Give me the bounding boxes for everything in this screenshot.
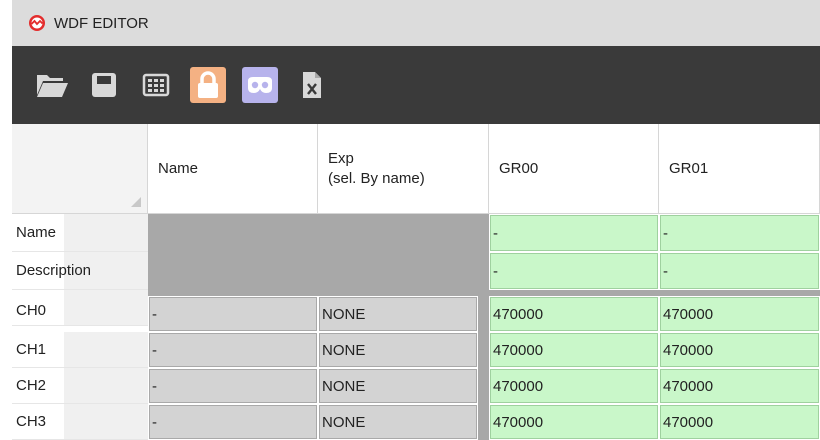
column-header-label: Exp (sel. By name): [328, 149, 425, 187]
ch0-gr00-cell[interactable]: 470000: [489, 296, 659, 332]
row-header-description[interactable]: Description: [12, 252, 148, 290]
ch3-gr01-cell[interactable]: 470000: [659, 404, 820, 440]
row-header-label: CH0: [16, 302, 47, 319]
lock-button[interactable]: [190, 67, 226, 103]
ch1-exp-cell[interactable]: NONE: [318, 332, 478, 368]
ch3-gr00-cell[interactable]: 470000: [489, 404, 659, 440]
ch3-exp-cell[interactable]: NONE: [318, 404, 478, 440]
group-description-gr00[interactable]: -: [489, 252, 659, 290]
group-description-gr01[interactable]: -: [659, 252, 820, 290]
column-header-gr00[interactable]: GR00: [489, 124, 659, 214]
row-header-label: Name: [16, 224, 57, 241]
row-header-ch3[interactable]: CH3: [12, 404, 148, 440]
ch1-name-cell[interactable]: -: [148, 332, 318, 368]
ch2-name-cell[interactable]: -: [148, 368, 318, 404]
table-button[interactable]: [138, 67, 174, 103]
data-grid: Name Exp (sel. By name) GR00 GR01 Name D…: [12, 124, 820, 440]
group-name-gr01[interactable]: -: [659, 214, 820, 252]
group-name-gr00[interactable]: -: [489, 214, 659, 252]
ch3-name-cell[interactable]: -: [148, 404, 318, 440]
row-header-label: CH1: [16, 341, 47, 358]
ch2-gr00-cell[interactable]: 470000: [489, 368, 659, 404]
row-header-label: CH3: [16, 413, 47, 430]
lock-icon: [198, 71, 218, 98]
save-button[interactable]: [86, 67, 122, 103]
ch2-exp-cell[interactable]: NONE: [318, 368, 478, 404]
ch0-gr01-cell[interactable]: 470000: [659, 296, 820, 332]
column-header-label: GR00: [499, 160, 539, 177]
column-header-label: GR01: [669, 160, 709, 177]
toolbar: [12, 46, 820, 124]
select-all-handle[interactable]: [131, 197, 141, 207]
row-header-name[interactable]: Name: [12, 214, 148, 252]
row-header-ch0[interactable]: CH0: [12, 290, 148, 326]
mask-button[interactable]: [242, 67, 278, 103]
mask-icon: [248, 77, 272, 93]
ch1-gr00-cell[interactable]: 470000: [489, 332, 659, 368]
row-header-ch1[interactable]: CH1: [12, 332, 148, 368]
excel-file-icon: [303, 72, 321, 98]
ch2-gr01-cell[interactable]: 470000: [659, 368, 820, 404]
grid-icon: [142, 73, 170, 97]
title-bar: WDF EDITOR: [0, 0, 820, 46]
ch1-gr01-cell[interactable]: 470000: [659, 332, 820, 368]
row-header-ch2[interactable]: CH2: [12, 368, 148, 404]
window-title: WDF EDITOR: [54, 14, 149, 32]
column-header-gr01[interactable]: GR01: [659, 124, 820, 214]
row-header-label: Description: [16, 262, 92, 279]
ch0-exp-cell[interactable]: NONE: [318, 296, 478, 332]
row-header-label: CH2: [16, 377, 47, 394]
ch0-name-cell[interactable]: -: [148, 296, 318, 332]
column-separator: [478, 296, 489, 440]
disabled-area: [148, 214, 489, 290]
folder-open-icon: [37, 75, 68, 97]
column-header-exp[interactable]: Exp (sel. By name): [318, 124, 489, 214]
app-logo-icon: [29, 15, 45, 31]
export-excel-button[interactable]: [294, 67, 330, 103]
grid-corner[interactable]: [12, 124, 148, 214]
column-header-name[interactable]: Name: [148, 124, 318, 214]
open-button[interactable]: [34, 67, 70, 103]
column-header-label: Name: [158, 160, 199, 177]
save-icon: [92, 73, 116, 97]
